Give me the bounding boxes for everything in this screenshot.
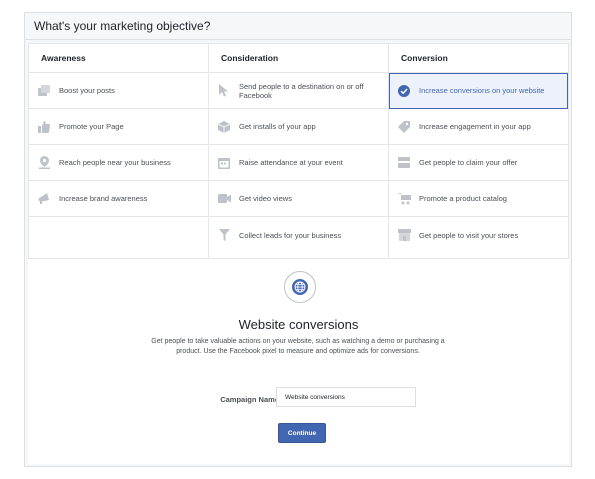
video-camera-icon bbox=[217, 192, 231, 206]
campaign-name-label: Campaign Name bbox=[196, 395, 288, 404]
cursor-icon bbox=[217, 84, 231, 98]
objective-product-catalog[interactable]: Promote a product catalog bbox=[389, 181, 568, 217]
offer-card-icon bbox=[397, 156, 411, 170]
objective-label: Promote your Page bbox=[59, 122, 124, 131]
objective-label: Collect leads for your business bbox=[239, 230, 342, 240]
detail-description: Get people to take valuable actions on y… bbox=[151, 338, 445, 355]
thumbs-up-icon bbox=[37, 120, 51, 134]
column-title-consideration: Consideration bbox=[209, 44, 388, 73]
column-awareness: Awareness Boost your posts Promote your … bbox=[29, 44, 209, 258]
box-icon bbox=[217, 120, 231, 134]
megaphone-icon bbox=[37, 192, 51, 206]
check-circle-icon bbox=[397, 84, 411, 98]
campaign-name-input[interactable] bbox=[276, 387, 416, 407]
column-title-conversion: Conversion bbox=[389, 44, 568, 73]
column-title-awareness: Awareness bbox=[29, 44, 208, 73]
store-icon bbox=[397, 228, 411, 242]
globe-icon bbox=[284, 271, 316, 303]
objective-detail: Website conversions Get people to take v… bbox=[28, 259, 569, 464]
objective-event-responses[interactable]: Raise attendance at your event bbox=[209, 145, 388, 181]
objective-app-installs[interactable]: Get installs of your app bbox=[209, 109, 388, 145]
objective-label: Promote a product catalog bbox=[419, 194, 507, 203]
funnel-icon bbox=[217, 228, 231, 242]
location-pin-icon bbox=[37, 156, 51, 170]
objective-panel: What's your marketing objective? Awarene… bbox=[24, 12, 572, 467]
objective-promote-page[interactable]: Promote your Page bbox=[29, 109, 208, 145]
objective-label: Get people to visit your stores bbox=[419, 230, 519, 240]
continue-button[interactable]: Continue bbox=[278, 423, 326, 443]
objective-label: Get people to claim your offer bbox=[419, 158, 518, 167]
tag-icon bbox=[397, 120, 411, 134]
objective-label: Send people to a destination on or off F… bbox=[239, 81, 364, 100]
panel-header: What's your marketing objective? bbox=[25, 13, 571, 40]
objective-app-engagement[interactable]: Increase engagement in your app bbox=[389, 109, 568, 145]
objective-offer-claims[interactable]: Get people to claim your offer bbox=[389, 145, 568, 181]
objective-lead-generation[interactable]: Collect leads for your business bbox=[209, 217, 388, 253]
objective-label: Get installs of your app bbox=[239, 122, 316, 131]
objective-label: Increase brand awareness bbox=[59, 194, 148, 203]
objective-brand-awareness[interactable]: Increase brand awareness bbox=[29, 181, 208, 217]
objective-reach-nearby[interactable]: Reach people near your business bbox=[29, 145, 208, 181]
boost-posts-icon bbox=[37, 84, 51, 98]
objective-label: Increase engagement in your app bbox=[419, 122, 531, 131]
calendar-icon bbox=[217, 156, 231, 170]
objective-boost-posts[interactable]: Boost your posts bbox=[29, 73, 208, 109]
column-conversion: Conversion Increase conversions on your … bbox=[389, 44, 568, 258]
objective-label: Get video views bbox=[239, 194, 292, 203]
objective-label: Raise attendance at your event bbox=[239, 158, 343, 167]
objective-website-conversions[interactable]: Increase conversions on your website bbox=[389, 73, 568, 109]
shopping-cart-icon bbox=[397, 192, 411, 206]
objective-video-views[interactable]: Get video views bbox=[209, 181, 388, 217]
detail-title: Website conversions bbox=[238, 317, 359, 332]
objective-traffic[interactable]: Send people to a destination on or off F… bbox=[209, 73, 388, 109]
objective-grid: Awareness Boost your posts Promote your … bbox=[28, 43, 569, 259]
objective-label: Boost your posts bbox=[59, 86, 115, 95]
objective-store-visits[interactable]: Get people to visit your stores bbox=[389, 217, 568, 253]
objective-label: Reach people near your business bbox=[59, 158, 171, 167]
objective-label: Increase conversions on your website bbox=[419, 86, 545, 95]
column-consideration: Consideration Send people to a destinati… bbox=[209, 44, 389, 258]
